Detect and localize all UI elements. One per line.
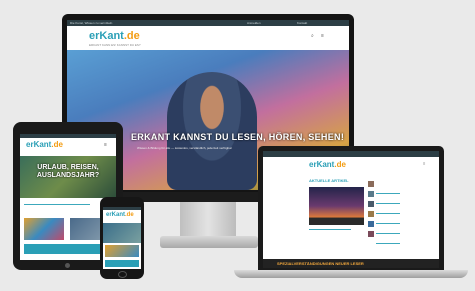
tablet-menu-icon[interactable]: ≡ [104,142,107,148]
phone-banner[interactable] [105,260,139,267]
phone-article-image[interactable] [105,245,139,257]
search-icon[interactable]: ⌕ [311,33,314,39]
laptop: erKant.de ≡ AKTUELLE ARTIKEL ▬▬▬▬▬▬▬▬▬▬▬… [258,146,444,270]
phone-home-button[interactable] [118,271,127,278]
sidebar-article[interactable]: ▬▬▬▬▬▬▬▬ [368,191,438,205]
tablet-hero-image: URLAUB, REISEN, AUSLANDSJAHR? [20,156,116,198]
laptop-footer-text: SPEZIALVERSTÄNDIGUNGEN NEUER LESER [277,261,364,266]
tablet-home-button[interactable] [65,263,70,268]
laptop-menu-icon[interactable]: ≡ [423,161,425,166]
tablet-text-block: ▬▬▬▬▬▬▬▬▬▬▬▬▬▬▬▬▬▬▬▬▬▬ [24,202,90,206]
article-sidebar: ▬▬▬▬▬▬▬▬ ▬▬▬▬▬▬▬▬ ▬▬▬▬▬▬▬▬ ▬▬▬▬▬▬▬▬ ▬▬▬▬… [368,181,438,245]
tablet-hero-title: URLAUB, REISEN, AUSLANDSJAHR? [36,164,100,179]
phone-logo[interactable]: erKant.de [106,212,134,218]
tablet-top-bar [20,134,116,138]
tablet-logo[interactable]: erKant.de [26,140,63,149]
topbar-contact[interactable]: Kontakt [297,21,307,25]
menu-icon[interactable]: ≡ [321,33,324,39]
top-bar: Die Kunst, Wissen zu vermitteln Anmelden… [67,20,349,26]
sidebar-article[interactable]: ▬▬▬▬▬▬▬▬ [368,181,438,195]
sidebar-article[interactable]: ▬▬▬▬▬▬▬▬ [368,201,438,215]
tablet-article-image[interactable] [24,218,64,240]
sidebar-article[interactable]: ▬▬▬▬▬▬▬▬ [368,221,438,235]
article-teaser[interactable]: ▬▬▬▬▬▬▬▬▬▬▬▬▬▬ [309,227,364,231]
laptop-logo[interactable]: erKant.de [309,160,346,169]
laptop-base [234,270,468,278]
article-hero-image[interactable] [309,187,364,225]
monitor-stand [180,202,236,238]
tablet-banner[interactable] [24,244,112,254]
phone-hero-image [103,223,141,243]
sidebar-article[interactable]: ▬▬▬▬▬▬▬▬ [368,211,438,225]
hero-title: ERKANT KANNST DU LESEN, HÖREN, SEHEN! [131,132,345,142]
phone-top-bar [103,207,141,210]
hero-person-figure [167,72,257,190]
topbar-login[interactable]: Anmelden [247,21,261,25]
laptop-top-bar [263,151,439,157]
phone-screen: erKant.de [103,207,141,269]
hero-subtitle: Wissen & Bildung für alle — kostenlos, v… [137,146,232,150]
smartphone: erKant.de [100,197,144,279]
monitor-stand-base [160,236,258,248]
sidebar-article[interactable]: ▬▬▬▬▬▬▬▬ [368,231,438,245]
laptop-screen: erKant.de ≡ AKTUELLE ARTIKEL ▬▬▬▬▬▬▬▬▬▬▬… [263,151,439,268]
topbar-text-1[interactable]: Die Kunst, Wissen zu vermitteln [70,21,112,25]
site-logo[interactable]: erKant.de [89,30,140,42]
section-title: AKTUELLE ARTIKEL [309,178,349,183]
site-tagline: ERKANT KANN ES! KANNST DU ES? [89,43,141,47]
